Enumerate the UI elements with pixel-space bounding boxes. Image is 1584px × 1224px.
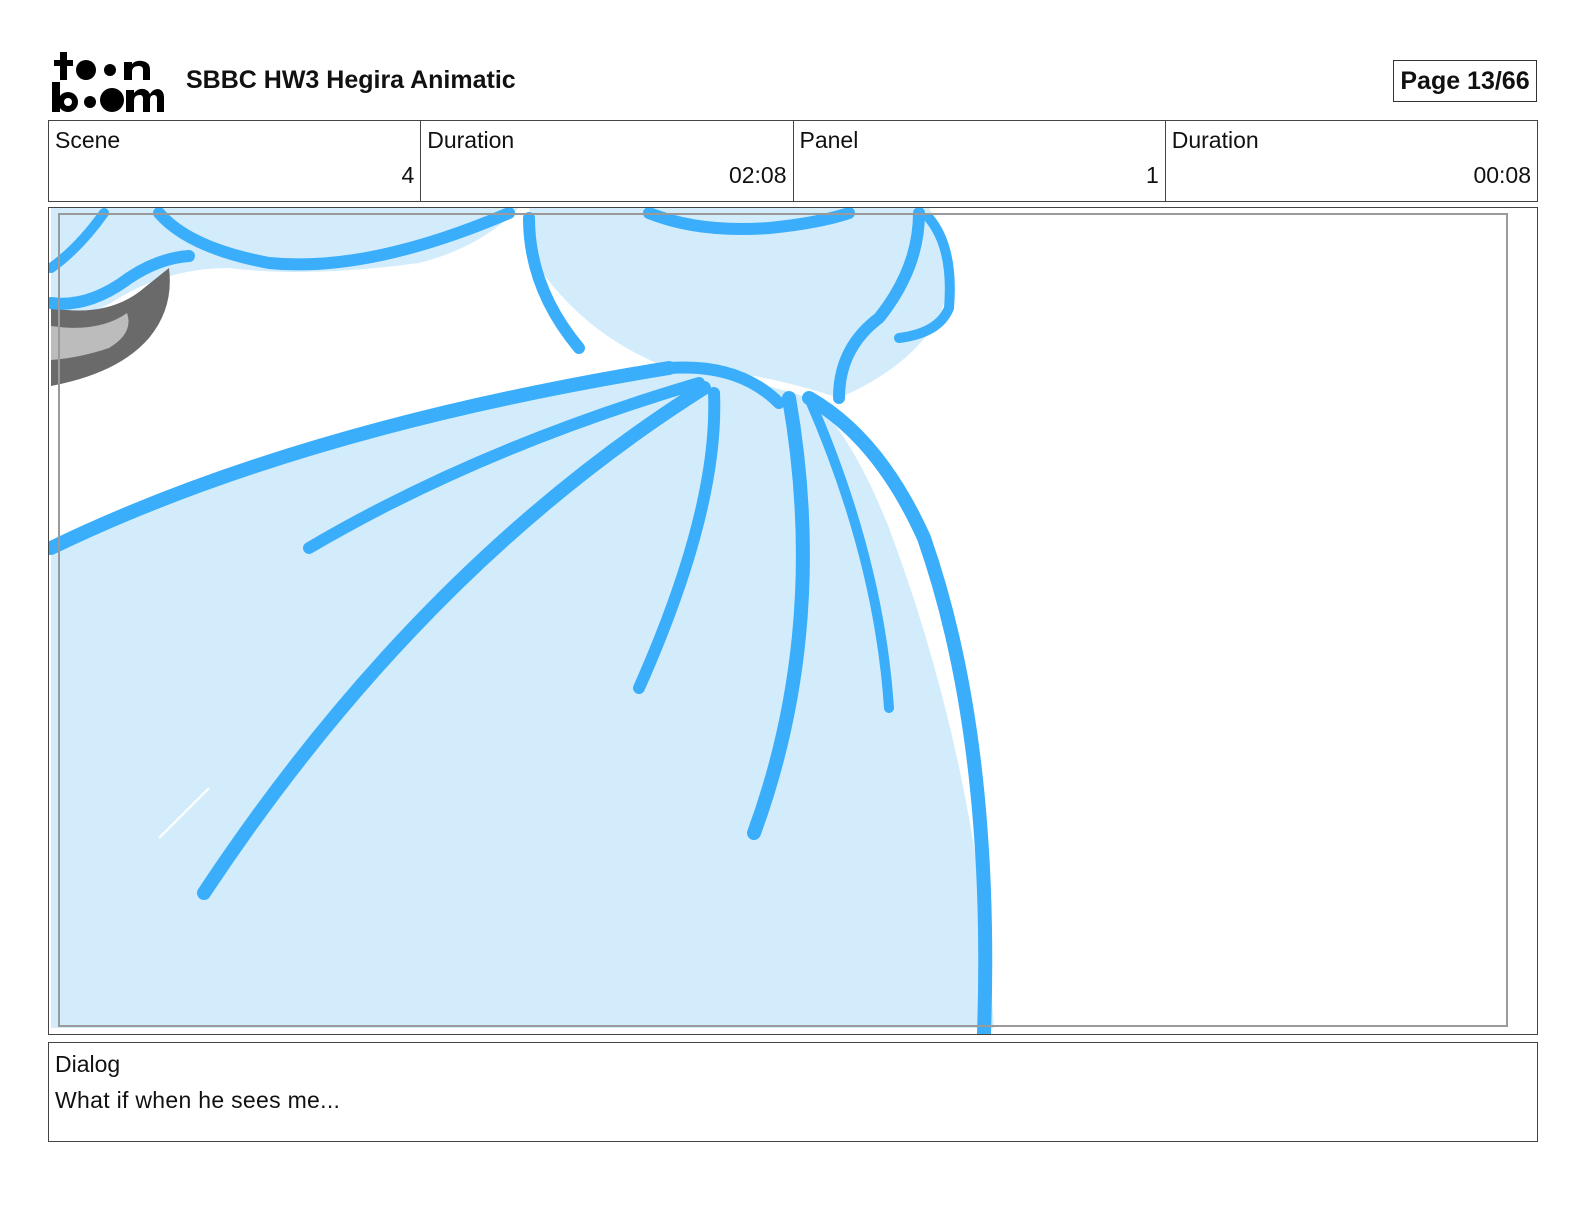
dialog-label: Dialog	[55, 1051, 121, 1077]
scene-duration-cell: Duration 02:08	[421, 121, 794, 201]
dress-sketch-icon	[49, 208, 1508, 1034]
scene-duration-label: Duration	[427, 127, 515, 153]
scene-duration-value: 02:08	[728, 162, 787, 188]
scene-value: 4	[401, 162, 415, 188]
storyboard-panel	[48, 207, 1538, 1035]
panel-value: 1	[1145, 162, 1159, 188]
dialog-text: What if when he sees me...	[55, 1087, 341, 1113]
scene-label: Scene	[55, 127, 121, 153]
document-title: SBBC HW3 Hegira Animatic	[186, 66, 516, 94]
panel-duration-value: 00:08	[1473, 162, 1531, 188]
panel-cell: Panel 1	[794, 121, 1166, 201]
dialog-box: Dialog What if when he sees me...	[48, 1042, 1538, 1142]
scene-cell: Scene 4	[49, 121, 422, 201]
panel-label: Panel	[799, 127, 859, 153]
toon-boom-logo-icon	[52, 52, 164, 112]
panel-duration-cell: Duration 00:08	[1166, 121, 1537, 201]
scene-info-row: Scene 4 Duration 02:08 Panel 1 Duration …	[48, 120, 1538, 202]
panel-duration-label: Duration	[1171, 127, 1259, 153]
toon-boom-logo	[50, 50, 166, 114]
page-number: Page 13/66	[1393, 60, 1537, 102]
